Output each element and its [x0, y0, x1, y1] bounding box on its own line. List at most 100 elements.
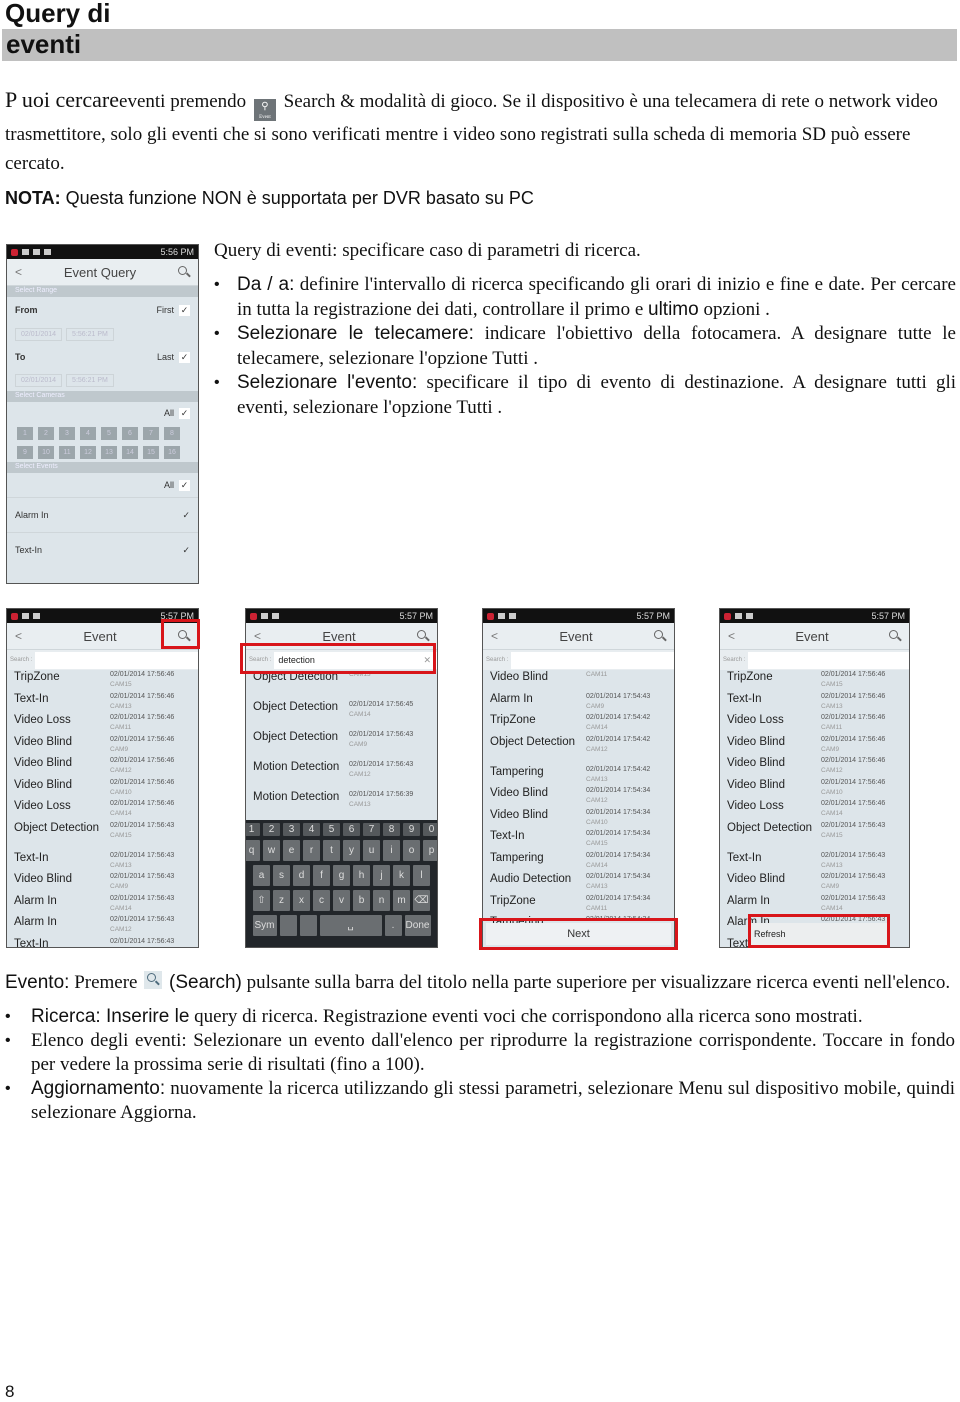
list-item[interactable]: Object Detection 02/01/2014 17:56:43 CAM15 — [727, 821, 909, 851]
list-item[interactable]: Alarm In 02/01/2014 17:56:43 CAM14 — [727, 894, 909, 916]
camera-button[interactable]: 14 — [122, 446, 138, 459]
key[interactable]: t — [323, 840, 340, 861]
search-icon[interactable] — [888, 630, 901, 642]
period-key[interactable]: . — [384, 915, 402, 936]
camera-button[interactable]: 10 — [38, 446, 54, 459]
space-key[interactable]: ␣ — [319, 915, 382, 936]
key[interactable]: w — [263, 840, 280, 861]
list-item[interactable]: TripZone 02/01/2014 17:54:34 CAM11 — [490, 894, 674, 916]
camera-button[interactable]: 8 — [164, 427, 180, 440]
key[interactable]: h — [353, 865, 370, 886]
from-date-field[interactable]: 02/01/2014 — [15, 328, 63, 341]
key[interactable]: l — [413, 865, 430, 886]
list-item[interactable]: Video Blind 02/01/2014 17:56:46 CAM10 — [727, 778, 909, 800]
key[interactable]: j — [373, 865, 390, 886]
key[interactable]: d — [293, 865, 310, 886]
to-date-field[interactable]: 02/01/2014 — [15, 374, 63, 387]
list-item[interactable]: Tampering 02/01/2014 17:54:34 CAM14 — [490, 851, 674, 873]
key[interactable]: 2 — [263, 823, 280, 836]
voice-input-key[interactable] — [279, 915, 297, 936]
done-key[interactable]: Done — [404, 915, 431, 936]
key[interactable]: 7 — [363, 823, 380, 836]
key[interactable]: e — [283, 840, 300, 861]
list-item[interactable]: Motion Detection 02/01/2014 17:56:39 CAM13 — [253, 790, 437, 820]
list-item[interactable]: Video Blind 02/01/2014 17:56:46 CAM9 — [14, 735, 198, 757]
sym-key[interactable]: Sym — [252, 915, 277, 936]
camera-button[interactable]: 16 — [164, 446, 180, 459]
list-item[interactable]: Object Detection 02/01/2014 17:56:43 CAM9 — [253, 730, 437, 760]
search-input[interactable] — [35, 651, 198, 669]
back-icon[interactable]: < — [728, 629, 735, 643]
key[interactable]: z — [273, 890, 290, 911]
search-input[interactable] — [748, 651, 909, 669]
list-item[interactable]: Alarm In 02/01/2014 17:56:43 CAM14 — [14, 894, 198, 916]
key[interactable]: 8 — [383, 823, 400, 836]
list-item[interactable]: Object Detection 02/01/2014 17:56:45 CAM14 — [253, 700, 437, 730]
list-item[interactable]: Video Loss 02/01/2014 17:56:46 CAM14 — [14, 799, 198, 821]
list-item[interactable]: Tampering 02/01/2014 17:54:42 CAM13 — [490, 765, 674, 787]
key[interactable]: 5 — [323, 823, 340, 836]
search-icon[interactable] — [416, 630, 429, 642]
key[interactable]: 3 — [283, 823, 300, 836]
key[interactable]: q — [246, 840, 260, 861]
list-item[interactable]: Text-In 02/01/2014 17:56:46 CAM13 — [14, 692, 198, 714]
camera-button[interactable]: 9 — [17, 446, 33, 459]
list-item[interactable]: Video Blind 02/01/2014 17:56:46 CAM12 — [14, 756, 198, 778]
camera-button[interactable]: 2 — [38, 427, 54, 440]
event-type-row[interactable]: Text-In ✓ — [7, 532, 198, 567]
list-item[interactable]: Video Blind 02/01/2014 17:54:34 CAM10 — [490, 808, 674, 830]
list-item[interactable]: Text-In 02/01/2014 17:56:43 CAM13 — [727, 851, 909, 873]
camera-button[interactable]: 11 — [59, 446, 75, 459]
search-icon[interactable] — [178, 266, 190, 278]
from-time-field[interactable]: 5:56:21 PM — [66, 328, 114, 341]
key[interactable]: f — [313, 865, 330, 886]
list-item[interactable]: Motion Detection 02/01/2014 17:56:43 CAM12 — [253, 760, 437, 790]
first-checkbox[interactable]: ✓ — [179, 304, 190, 316]
list-item[interactable]: Object Detection CAM13 — [253, 670, 437, 700]
camera-button[interactable]: 15 — [143, 446, 159, 459]
key[interactable]: y — [343, 840, 360, 861]
back-icon[interactable]: < — [15, 629, 22, 643]
camera-button[interactable]: 4 — [80, 427, 96, 440]
list-item[interactable]: Video Loss 02/01/2014 17:56:46 CAM11 — [14, 713, 198, 735]
back-icon[interactable]: < — [15, 265, 22, 279]
to-time-field[interactable]: 5:56:21 PM — [66, 374, 114, 387]
list-item[interactable]: Video Loss 02/01/2014 17:56:46 CAM11 — [727, 713, 909, 735]
key[interactable]: x — [293, 890, 310, 911]
key[interactable]: p — [423, 840, 437, 861]
list-item[interactable]: Video Blind 02/01/2014 17:56:43 CAM9 — [727, 872, 909, 894]
camera-button[interactable]: 12 — [80, 446, 96, 459]
search-icon[interactable] — [653, 630, 666, 642]
key[interactable]: a — [253, 865, 270, 886]
camera-button[interactable]: 6 — [122, 427, 138, 440]
camera-button[interactable]: 3 — [59, 427, 75, 440]
key[interactable]: b — [353, 890, 370, 911]
key[interactable]: 4 — [303, 823, 320, 836]
search-input[interactable] — [511, 651, 674, 669]
events-all-checkbox[interactable]: ✓ — [179, 479, 190, 491]
key[interactable]: m — [393, 890, 410, 911]
list-item[interactable]: Audio Detection 02/01/2014 17:54:34 CAM13 — [490, 872, 674, 894]
camera-button[interactable]: 1 — [17, 427, 33, 440]
key[interactable]: v — [333, 890, 350, 911]
list-item[interactable]: TripZone 02/01/2014 17:54:42 CAM14 — [490, 713, 674, 735]
camera-button[interactable]: 5 — [101, 427, 117, 440]
list-item[interactable]: Video Blind 02/01/2014 17:56:46 CAM9 — [727, 735, 909, 757]
key[interactable]: u — [363, 840, 380, 861]
key[interactable]: c — [313, 890, 330, 911]
list-item[interactable]: Text-In 02/01/2014 17:56:46 CAM13 — [727, 692, 909, 714]
settings-key[interactable] — [299, 915, 317, 936]
back-icon[interactable]: < — [254, 629, 261, 643]
list-item[interactable]: TripZone 02/01/2014 17:56:46 CAM15 — [14, 670, 198, 692]
list-item[interactable]: Text-In 02/01/2014 17:54:34 CAM15 — [490, 829, 674, 851]
list-item[interactable]: Video Blind 02/01/2014 17:56:43 CAM9 — [14, 872, 198, 894]
key[interactable]: k — [393, 865, 410, 886]
list-item[interactable]: Alarm In 02/01/2014 17:56:43 CAM12 — [14, 915, 198, 937]
key[interactable]: i — [383, 840, 400, 861]
key[interactable]: ⌫ — [413, 890, 430, 911]
event-type-row[interactable]: Alarm In ✓ — [7, 497, 198, 532]
key[interactable]: ⇧ — [253, 890, 270, 911]
last-checkbox[interactable]: ✓ — [179, 351, 190, 363]
camera-button[interactable]: 13 — [101, 446, 117, 459]
list-item[interactable]: Video Loss 02/01/2014 17:56:46 CAM14 — [727, 799, 909, 821]
